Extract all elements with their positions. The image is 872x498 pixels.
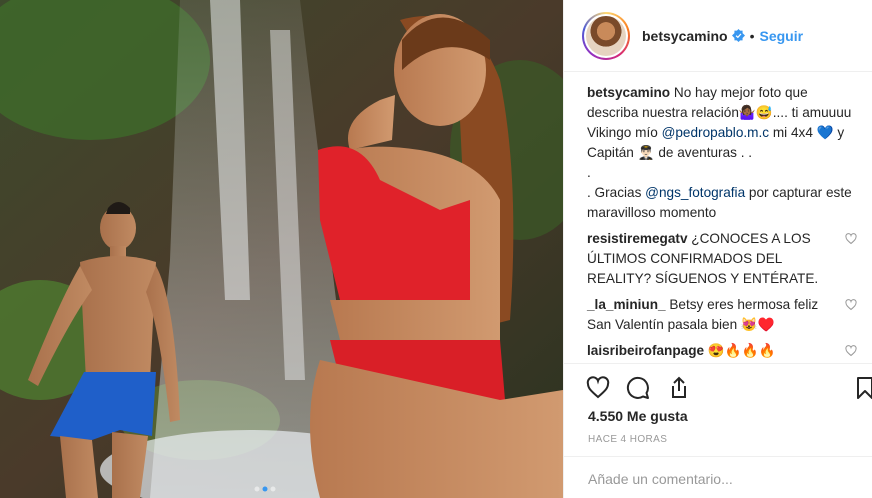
follow-button[interactable]: Seguir bbox=[760, 28, 804, 44]
post-side-panel: betsycamino • Seguir betsycamino No hay … bbox=[563, 0, 872, 498]
avatar bbox=[586, 15, 626, 56]
comment-input[interactable] bbox=[588, 471, 858, 487]
comment-username[interactable]: laisribeirofanpage bbox=[587, 343, 704, 358]
carousel-dots bbox=[254, 486, 276, 492]
comment-icon[interactable] bbox=[626, 376, 650, 400]
comment-item: _la_miniun_ Betsy eres hermosa feliz San… bbox=[587, 295, 857, 335]
post-photo[interactable] bbox=[0, 0, 563, 498]
comment-item: resistiremegatv ¿CONOCES A LOS ÚLTIMOS C… bbox=[587, 229, 857, 289]
add-comment-bar bbox=[564, 456, 872, 498]
caption-text: . Gracias bbox=[587, 185, 646, 200]
comments-list: betsycamino No hay mejor foto que descri… bbox=[564, 73, 872, 363]
mention-link[interactable]: @pedropablo.m.c bbox=[662, 125, 770, 140]
comment-username[interactable]: _la_miniun_ bbox=[587, 297, 666, 312]
caption: betsycamino No hay mejor foto que descri… bbox=[587, 83, 857, 223]
post-timestamp[interactable]: HACE 4 HORAS bbox=[588, 434, 667, 445]
separator-dot: • bbox=[749, 27, 755, 44]
verified-icon bbox=[731, 29, 745, 42]
heart-icon[interactable] bbox=[845, 233, 857, 245]
heart-icon[interactable] bbox=[586, 376, 610, 400]
action-bar bbox=[564, 363, 872, 409]
caption-username[interactable]: betsycamino bbox=[587, 85, 670, 100]
likes-count[interactable]: 4.550 Me gusta bbox=[588, 408, 688, 424]
heart-icon[interactable] bbox=[845, 299, 857, 311]
mention-link[interactable]: @ngs_fotografia bbox=[645, 185, 745, 200]
share-icon[interactable] bbox=[667, 376, 691, 400]
heart-icon[interactable] bbox=[845, 345, 857, 357]
caption-text: . bbox=[587, 165, 591, 180]
comment-text: 😍🔥🔥🔥 bbox=[704, 343, 776, 358]
comment-item: laisribeirofanpage 😍🔥🔥🔥 bbox=[587, 341, 857, 361]
comment-username[interactable]: resistiremegatv bbox=[587, 231, 688, 246]
header-username[interactable]: betsycamino bbox=[642, 28, 728, 44]
bookmark-icon[interactable] bbox=[853, 376, 872, 400]
avatar-story-ring[interactable] bbox=[582, 11, 630, 60]
photo-illustration bbox=[0, 0, 563, 498]
post-header: betsycamino • Seguir bbox=[564, 0, 872, 72]
